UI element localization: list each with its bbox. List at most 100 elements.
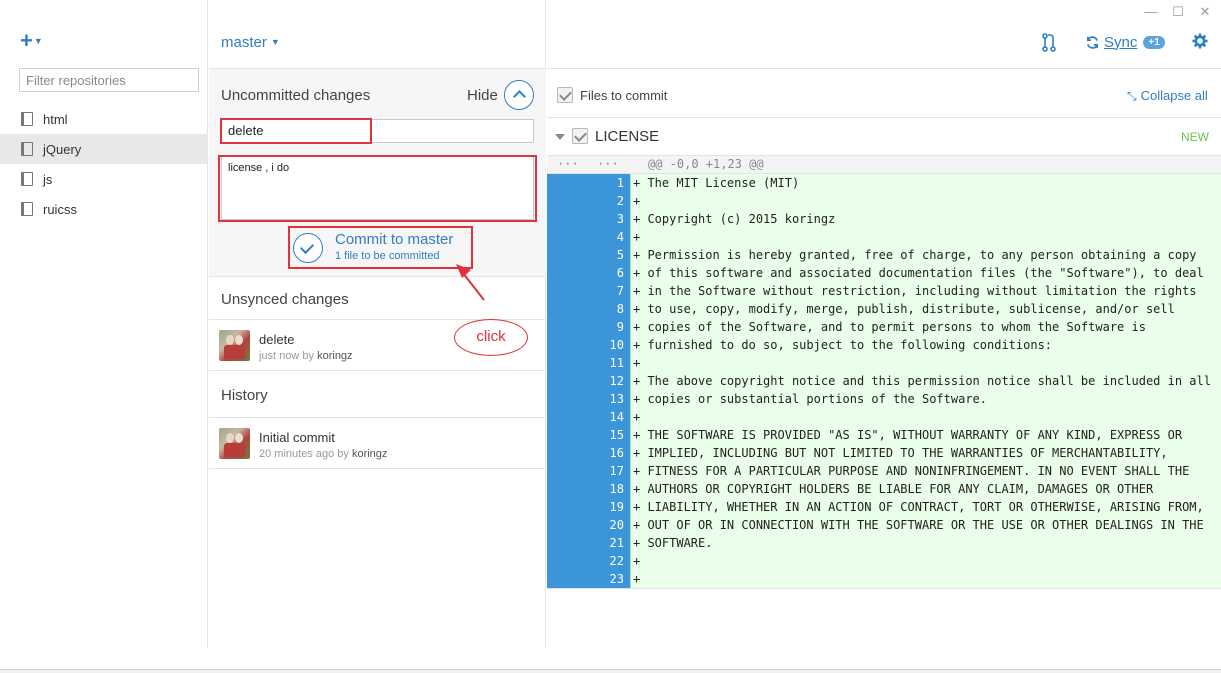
collapse-all-button[interactable]: ⤡ Collapse all [1127,88,1208,104]
branch-name: master [221,34,267,51]
old-line-number [547,480,587,498]
new-line-number: 12 [587,372,630,390]
uncommitted-changes-section: Uncommitted changes Hide delete license … [209,68,546,277]
chevron-down-icon: ▼ [270,37,280,47]
old-line-number [547,246,587,264]
diff-line: 18 + AUTHORS OR COPYRIGHT HOLDERS BE LIAB… [547,480,1221,498]
old-line-number [547,336,587,354]
filter-repositories-input[interactable] [19,68,199,92]
history-commit-row[interactable]: Initial commit 20 minutes ago by koringz [209,418,546,468]
diff-line: 17 + FITNESS FOR A PARTICULAR PURPOSE AND… [547,462,1221,480]
diff-line: 21 + SOFTWARE. [547,534,1221,552]
new-line-number: 15 [587,426,630,444]
new-line-number: 13 [587,390,630,408]
new-line-number: 20 [587,516,630,534]
old-line-number [547,282,587,300]
new-line-number: 5 [587,246,630,264]
add-repository-button[interactable]: +▼ [20,28,43,56]
diff-line: 8 + to use, copy, modify, merge, publish,… [547,300,1221,318]
new-line-number: 16 [587,444,630,462]
avatar [219,428,250,459]
commit-to-master-button[interactable]: Commit to master 1 file to be committed [289,227,473,269]
sync-label: Sync [1104,33,1138,51]
file-header: LICENSE NEW [547,118,1221,156]
sync-icon [1086,35,1099,49]
new-line-number: 4 [587,228,630,246]
collapse-up-icon[interactable] [504,80,534,110]
commit-button-label: Commit to master [335,231,454,248]
diff-line: 10 + furnished to do so, subject to the f… [547,336,1221,354]
file-checkbox[interactable] [572,128,588,144]
new-line-number: 18 [587,480,630,498]
diff-line: 2 + [547,192,1221,210]
commit-summary-input[interactable]: delete [221,119,534,143]
expand-up-icon[interactable]: ··· [557,157,579,171]
pull-request-icon[interactable] [1041,32,1057,52]
sync-count-badge: +1 [1143,35,1165,49]
old-line-number [547,354,587,372]
annotation-click-label: click [454,319,528,356]
hide-label[interactable]: Hide [467,87,498,104]
old-line-number [547,570,587,588]
repo-item-jquery[interactable]: jQuery [0,134,208,164]
collapse-icon: ⤡ [1127,89,1137,103]
diff-line-text: + [630,408,1221,426]
sync-button[interactable]: Sync +1 [1085,32,1165,52]
old-line-number [547,444,587,462]
diff-line: 16 + IMPLIED, INCLUDING BUT NOT LIMITED T… [547,444,1221,462]
toolbar: Sync +1 [547,24,1221,60]
commit-message: delete [259,332,295,347]
old-line-number [547,552,587,570]
status-bar [0,669,1221,673]
diff-line: 12 + The above copyright notice and this … [547,372,1221,390]
repo-item-js[interactable]: js [0,164,208,194]
branch-selector[interactable]: master ▼ [221,34,280,51]
unsynced-changes-title: Unsynced changes [221,291,349,308]
expand-down-icon[interactable]: ··· [597,157,619,171]
branch-bar: master ▼ [209,24,546,60]
old-line-number [547,264,587,282]
old-line-number [547,174,587,192]
plus-icon: + [20,28,33,53]
repo-item-html[interactable]: html [0,104,208,134]
file-name: LICENSE [595,128,660,145]
diff-line: 20 + OUT OF OR IN CONNECTION WITH THE SOF… [547,516,1221,534]
diff-line: 3 + Copyright (c) 2015 koringz [547,210,1221,228]
commit-message: Initial commit [259,430,335,445]
select-all-checkbox[interactable] [557,87,573,103]
chevron-down-icon[interactable] [555,134,565,140]
diff-line-text: + Copyright (c) 2015 koringz [630,210,1221,228]
new-line-number: 10 [587,336,630,354]
new-line-number: 22 [587,552,630,570]
diff-line-text: + Permission is hereby granted, free of … [630,246,1221,264]
files-to-commit-label: Files to commit [580,88,668,103]
repo-item-ruicss[interactable]: ruicss [0,194,208,224]
diff-line: 1 + The MIT License (MIT) [547,174,1221,192]
diff-line-text: + furnished to do so, subject to the fol… [630,336,1221,354]
diff-line-text: + [630,228,1221,246]
diff-line: 22 + [547,552,1221,570]
diff-line: 7 + in the Software without restriction, … [547,282,1221,300]
diff-line-text: + [630,354,1221,372]
new-line-number: 1 [587,174,630,192]
old-line-number [547,372,587,390]
repository-icon [21,202,33,216]
diff-line: 9 + copies of the Software, and to permit… [547,318,1221,336]
diff-line-text: + copies or substantial portions of the … [630,390,1221,408]
diff-line: 5 + Permission is hereby granted, free of… [547,246,1221,264]
commit-meta: just now by koringz [259,350,353,362]
uncommitted-changes-title: Uncommitted changes [221,87,371,104]
gear-icon[interactable] [1192,33,1208,49]
files-to-commit-bar: Files to commit ⤡ Collapse all [547,68,1221,118]
old-line-number [547,390,587,408]
diff-line-text: + LIABILITY, WHETHER IN AN ACTION OF CON… [630,498,1221,516]
repository-icon [21,142,33,156]
diff-line: 4 + [547,228,1221,246]
repo-label: jQuery [43,141,82,157]
repository-icon [21,172,33,186]
new-line-number: 9 [587,318,630,336]
new-line-number: 23 [587,570,630,588]
hunk-header-text: @@ -0,0 +1,23 @@ [648,157,764,171]
commit-description-input[interactable]: license , i do [221,156,534,220]
diff-line-text: + [630,552,1221,570]
